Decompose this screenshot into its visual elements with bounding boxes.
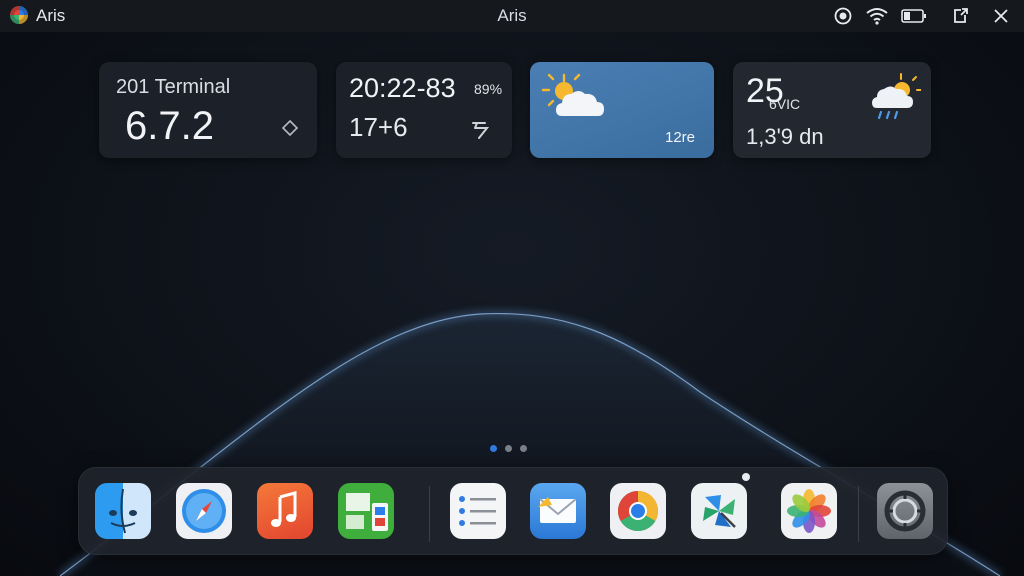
music-icon xyxy=(271,491,297,527)
weather-rain-widget[interactable]: 25 6VIC 1,3'9 dn xyxy=(733,62,931,158)
app-logo-icon xyxy=(10,6,28,24)
dock-app-pinwheel[interactable] xyxy=(691,483,747,539)
close-icon xyxy=(994,9,1008,23)
clock-time: 20:22-83 xyxy=(349,73,456,103)
mail-icon xyxy=(538,497,577,523)
battery-button[interactable] xyxy=(901,4,927,28)
dock-separator-2 xyxy=(858,486,859,542)
diamond-icon xyxy=(281,119,299,137)
dock-separator-1 xyxy=(429,486,430,542)
wifi-button[interactable] xyxy=(864,4,890,28)
terminal-widget-value: 6.7.2 xyxy=(125,104,214,148)
app-name: Aris xyxy=(36,6,66,25)
rain-cloud-icon xyxy=(872,73,921,120)
finder-icon xyxy=(109,488,137,534)
wifi-icon xyxy=(866,8,888,25)
share-button[interactable] xyxy=(947,4,973,28)
photos-icon xyxy=(787,489,831,533)
terminal-widget-title: 201 Terminal xyxy=(116,76,231,98)
dock-app-settings[interactable] xyxy=(877,483,933,539)
settings-icon xyxy=(884,490,926,532)
dock-app-chrome[interactable] xyxy=(610,483,666,539)
clock-widget[interactable]: 20:22-83 89% 17+6 xyxy=(336,62,512,158)
dock-app-photos[interactable] xyxy=(781,483,837,539)
weather-sunny-widget[interactable]: 12re xyxy=(530,62,714,158)
close-button[interactable] xyxy=(988,4,1014,28)
partly-sunny-icon xyxy=(541,73,604,116)
dock-app-finder[interactable] xyxy=(95,483,151,539)
title-bar: Aris Aris xyxy=(0,0,1024,33)
record-icon xyxy=(834,7,852,25)
dock-app-safari[interactable] xyxy=(176,483,232,539)
running-indicator xyxy=(742,473,750,481)
chrome-icon xyxy=(618,491,658,531)
page-dot-1[interactable] xyxy=(490,445,497,452)
dock-app-reminders[interactable] xyxy=(450,483,506,539)
dock-app-numbers[interactable] xyxy=(338,483,394,539)
numbers-icon xyxy=(346,493,388,531)
weather-rain-value: 1,3'9 dn xyxy=(746,124,824,149)
weather-sunny-value: 12re xyxy=(665,129,696,146)
share-icon xyxy=(954,8,968,23)
dock-app-mail[interactable] xyxy=(530,483,586,539)
clock-secondary: 17+6 xyxy=(349,112,408,142)
record-button[interactable] xyxy=(830,4,856,28)
page-indicator[interactable] xyxy=(490,445,527,452)
wind-icon xyxy=(472,122,490,139)
clock-percent: 89% xyxy=(474,81,503,97)
weather-rain-sub: 6VIC xyxy=(769,96,801,112)
battery-icon xyxy=(901,9,926,23)
safari-compass-icon xyxy=(182,489,226,533)
reminders-list-icon xyxy=(459,496,496,526)
terminal-widget[interactable]: 201 Terminal 6.7.2 xyxy=(99,62,317,158)
dock-app-music[interactable] xyxy=(257,483,313,539)
page-dot-2[interactable] xyxy=(505,445,512,452)
page-dot-3[interactable] xyxy=(520,445,527,452)
pinwheel-icon xyxy=(703,495,736,528)
